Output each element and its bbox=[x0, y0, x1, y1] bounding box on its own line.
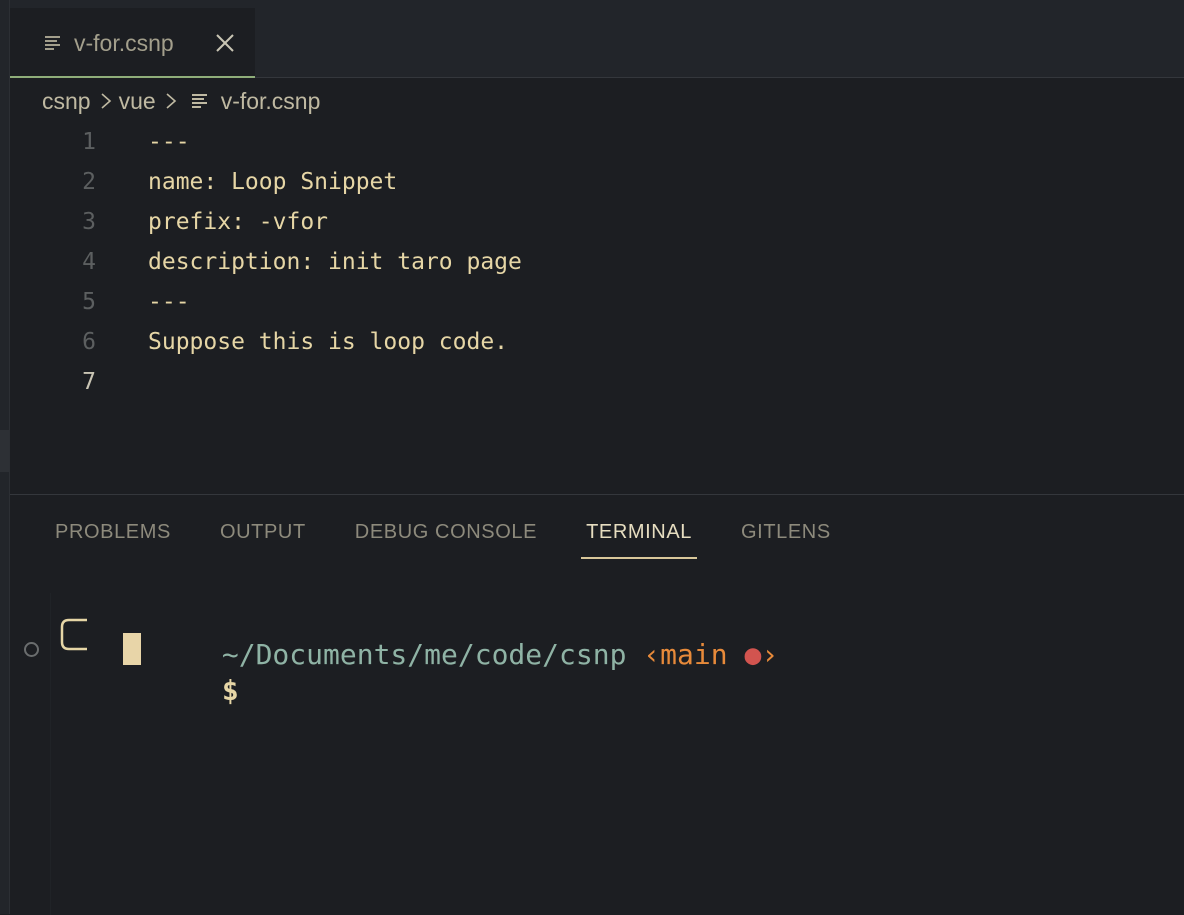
tab-label: v-for.csnp bbox=[74, 30, 174, 56]
line-text[interactable]: name: Loop Snippet bbox=[148, 162, 397, 202]
code-line[interactable]: 1 --- bbox=[10, 122, 1184, 162]
sash-marker[interactable] bbox=[0, 430, 9, 472]
tab-problems[interactable]: PROBLEMS bbox=[50, 517, 176, 559]
line-text[interactable]: --- bbox=[148, 122, 190, 162]
prompt-bracket-icon bbox=[60, 618, 87, 651]
terminal-view[interactable]: ~/Documents/me/code/csnp ‹main ●› $ bbox=[50, 593, 1184, 915]
tab-v-for-csnp[interactable]: v-for.csnp bbox=[10, 8, 255, 78]
code-line[interactable]: 3 prefix: -vfor bbox=[10, 202, 1184, 242]
line-text[interactable]: description: init taro page bbox=[148, 242, 522, 282]
input-line: $ bbox=[87, 631, 239, 751]
tab-output[interactable]: OUTPUT bbox=[215, 517, 311, 559]
line-text[interactable]: Suppose this is loop code. bbox=[148, 322, 508, 362]
activity-edge bbox=[0, 0, 10, 914]
line-number: 7 bbox=[82, 369, 96, 395]
code-line[interactable]: 4 description: init taro page bbox=[10, 242, 1184, 282]
line-number: 3 bbox=[82, 209, 96, 235]
git-branch: main bbox=[660, 638, 728, 671]
branch-close: › bbox=[761, 638, 779, 671]
branch-open: ‹ bbox=[643, 638, 661, 671]
code-line[interactable]: 2 name: Loop Snippet bbox=[10, 162, 1184, 202]
code-line-current[interactable]: 7 bbox=[10, 362, 1184, 402]
prompt-symbol: $ bbox=[221, 674, 239, 707]
breadcrumb-item-file[interactable]: v-for.csnp bbox=[221, 88, 321, 115]
terminal-cursor bbox=[123, 633, 141, 665]
chevron-right-icon bbox=[101, 93, 111, 109]
tab-gitlens[interactable]: GITLENS bbox=[736, 517, 836, 559]
line-number: 2 bbox=[82, 169, 96, 195]
code-editor[interactable]: 1 --- 2 name: Loop Snippet 3 prefix: -vf… bbox=[10, 122, 1184, 494]
tab-terminal[interactable]: TERMINAL bbox=[581, 517, 698, 559]
code-line[interactable]: 5 --- bbox=[10, 282, 1184, 322]
breadcrumb-item-csnp[interactable]: csnp bbox=[42, 88, 91, 115]
command-decoration-icon[interactable] bbox=[24, 642, 39, 657]
line-number: 4 bbox=[82, 249, 96, 275]
chevron-right-icon bbox=[166, 93, 176, 109]
vscode-window: v-for.csnp csnp vue v-for.csnp 1 --- 2 n… bbox=[0, 0, 1184, 915]
line-text[interactable]: --- bbox=[148, 282, 190, 322]
dirty-indicator: ● bbox=[744, 638, 762, 671]
tab-debug-console[interactable]: DEBUG CONSOLE bbox=[350, 517, 542, 559]
code-line[interactable]: 6 Suppose this is loop code. bbox=[10, 322, 1184, 362]
line-text[interactable]: prefix: -vfor bbox=[148, 202, 328, 242]
breadcrumb: csnp vue v-for.csnp bbox=[42, 84, 320, 118]
prompt-path: ~/Documents/me/code/csnp bbox=[221, 638, 627, 671]
line-number: 6 bbox=[82, 329, 96, 355]
editor-tab-bar: v-for.csnp bbox=[10, 0, 1184, 78]
close-icon[interactable] bbox=[215, 33, 235, 53]
lines-file-icon bbox=[191, 94, 207, 108]
panel-tab-bar: PROBLEMS OUTPUT DEBUG CONSOLE TERMINAL G… bbox=[50, 517, 875, 561]
line-number: 1 bbox=[82, 129, 96, 155]
line-number: 5 bbox=[82, 289, 96, 315]
breadcrumb-item-vue[interactable]: vue bbox=[119, 88, 156, 115]
bottom-panel: PROBLEMS OUTPUT DEBUG CONSOLE TERMINAL G… bbox=[10, 494, 1184, 915]
lines-file-icon bbox=[45, 36, 60, 50]
